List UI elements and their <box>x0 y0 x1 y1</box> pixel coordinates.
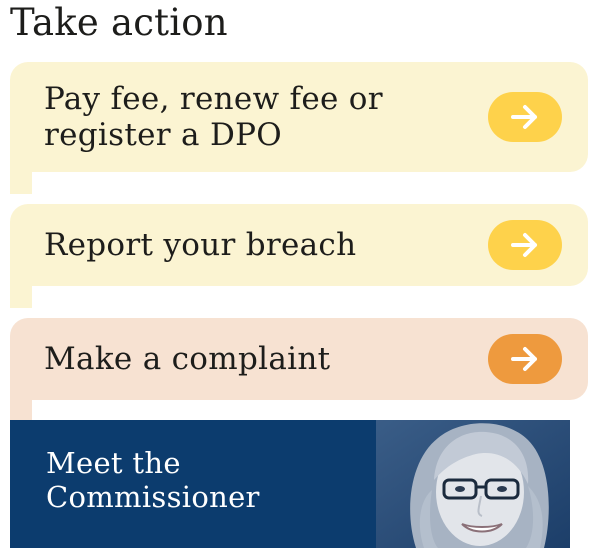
make-complaint-card[interactable]: Make a complaint <box>10 318 588 422</box>
meet-commissioner-line1: Meet the <box>46 446 181 480</box>
speech-tail <box>10 400 32 422</box>
commissioner-portrait-illustration <box>376 420 570 548</box>
meet-commissioner-line2: Commissioner <box>46 480 260 514</box>
report-breach-label: Report your breach <box>44 227 357 263</box>
make-complaint-arrow-button[interactable] <box>488 334 562 384</box>
speech-tail <box>10 286 32 308</box>
report-breach-card[interactable]: Report your breach <box>10 204 588 308</box>
pay-fee-label: Pay fee, renew fee or register a DPO <box>44 81 488 153</box>
pay-fee-label-line2: register a DPO <box>44 117 282 153</box>
arrow-right-icon <box>511 105 537 129</box>
speech-tail <box>10 172 32 194</box>
pay-fee-card[interactable]: Pay fee, renew fee or register a DPO <box>10 62 588 194</box>
meet-commissioner-label: Meet the Commissioner <box>46 446 356 514</box>
pay-fee-arrow-button[interactable] <box>488 92 562 142</box>
commissioner-portrait-image <box>376 420 570 548</box>
arrow-right-icon <box>511 347 537 371</box>
report-breach-arrow-button[interactable] <box>488 220 562 270</box>
pay-fee-label-line1: Pay fee, renew fee or <box>44 81 383 117</box>
meet-commissioner-promo[interactable]: Meet the Commissioner <box>10 420 570 548</box>
make-complaint-label: Make a complaint <box>44 341 331 377</box>
section-title: Take action <box>10 1 228 44</box>
arrow-right-icon <box>511 233 537 257</box>
